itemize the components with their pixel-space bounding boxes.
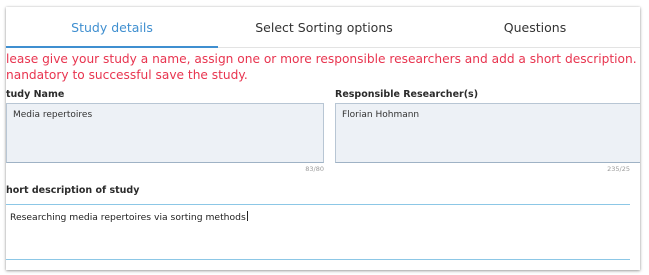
study-form-card: Study details Select Sorting options Que…	[6, 7, 640, 270]
description-label: hort description of study	[6, 185, 140, 196]
study-name-value: Media repertoires	[13, 110, 93, 120]
study-name-label: tudy Name	[6, 89, 65, 100]
active-tab-indicator	[6, 46, 218, 48]
researchers-counter: 235/25	[607, 165, 630, 173]
required-info-notice: lease give your study a name, assign one…	[6, 51, 640, 83]
tab-select-sorting-options[interactable]: Select Sorting options	[218, 7, 430, 47]
tab-label: Questions	[503, 20, 567, 35]
tab-label: Select Sorting options	[255, 20, 393, 35]
tab-label: Study details	[71, 20, 153, 35]
text-cursor	[246, 211, 248, 221]
description-value: Researching media repertoires via sortin…	[10, 212, 246, 223]
researchers-field[interactable]: Florian Hohmann	[335, 103, 640, 163]
tab-study-details[interactable]: Study details	[6, 7, 218, 48]
notice-line-1: lease give your study a name, assign one…	[6, 52, 640, 66]
tab-bar: Study details Select Sorting options Que…	[6, 7, 640, 48]
researchers-value: Florian Hohmann	[342, 110, 420, 120]
page: Study details Select Sorting options Que…	[0, 0, 649, 275]
tab-questions[interactable]: Questions	[430, 7, 640, 47]
researchers-label: Responsible Researcher(s)	[335, 89, 479, 100]
study-name-counter: 83/80	[305, 165, 324, 173]
study-name-field[interactable]: Media repertoires	[6, 103, 324, 163]
description-field[interactable]: Researching media repertoires via sortin…	[6, 204, 630, 260]
notice-line-2: nandatory to successful save the study.	[6, 68, 248, 82]
